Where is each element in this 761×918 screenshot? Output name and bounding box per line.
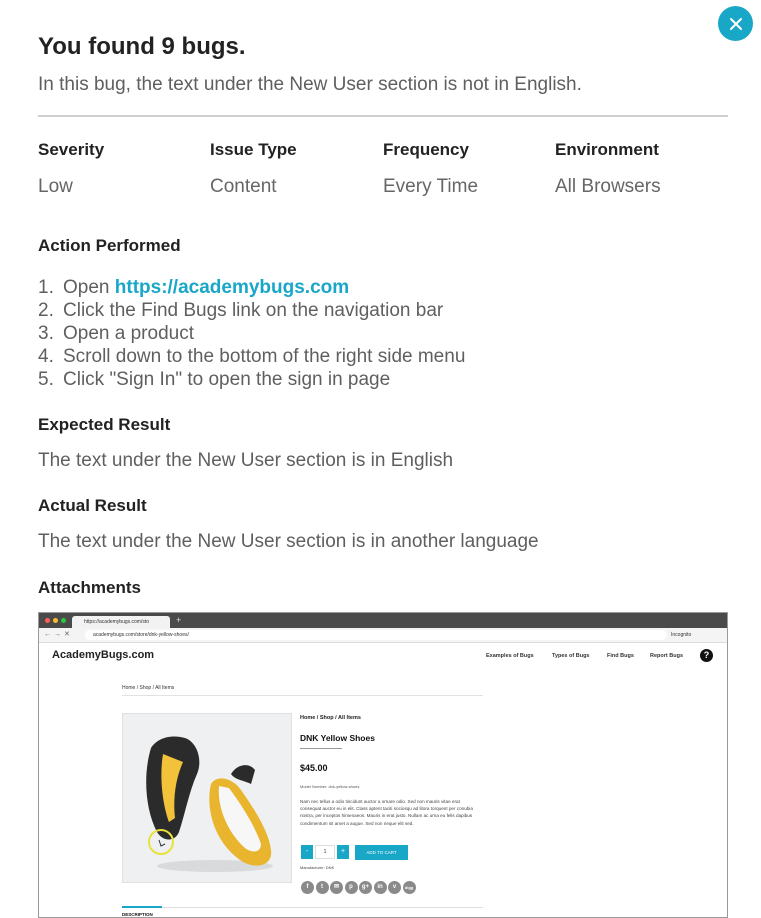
steps-list: 1. Open https://academybugs.com 2. Click… <box>38 276 465 391</box>
close-button[interactable] <box>718 6 753 41</box>
incognito-label: Incognito <box>671 632 692 638</box>
qty-plus-button: + <box>337 845 349 859</box>
divider <box>38 115 728 117</box>
nav-arrows-icon: ←→✕ <box>44 631 73 638</box>
twitter-icon: t <box>315 881 329 894</box>
actual-result-text: The text under the New User section is i… <box>38 531 539 552</box>
quantity-field: 1 <box>315 845 335 859</box>
list-item: 1. Open https://academybugs.com <box>38 276 350 299</box>
attachment-screenshot[interactable]: https://academybugs.com/sto + ←→✕ academ… <box>38 612 728 918</box>
product-description: Nam nec tellus a odio tincidunt auctor a… <box>300 799 473 826</box>
tab-indicator <box>122 906 162 908</box>
severity-label: Severity <box>38 140 105 159</box>
divider <box>300 748 342 749</box>
product-image <box>122 713 292 883</box>
vk-icon: v <box>388 881 401 894</box>
environment-field: Environment All Browsers <box>555 140 661 198</box>
issue-type-field: Issue Type Content <box>210 140 297 198</box>
product-price: $45.00 <box>300 763 328 773</box>
nav-link-report: Report Bugs <box>650 653 683 659</box>
nav-link-find: Find Bugs <box>607 653 634 659</box>
window-close-dot <box>45 618 50 623</box>
list-item: 4. Scroll down to the bottom of the righ… <box>38 346 466 367</box>
digg-icon: digg <box>402 881 416 894</box>
nav-link-examples: Examples of Bugs <box>486 653 534 659</box>
nav-link-types: Types of Bugs <box>552 653 590 659</box>
breadcrumb: Home / Shop / All Items <box>122 685 175 691</box>
new-tab-icon: + <box>176 615 182 625</box>
browser-tab-bar: https://academybugs.com/sto + <box>39 613 727 628</box>
list-item: 5. Click "Sign In" to open the sign in p… <box>38 369 391 390</box>
frequency-label: Frequency <box>383 140 469 159</box>
browser-tab: https://academybugs.com/sto <box>72 616 170 628</box>
tab-description: DESCRIPTION <box>122 912 153 917</box>
close-icon <box>729 17 742 30</box>
actual-result-heading: Actual Result <box>38 496 147 515</box>
severity-field: Severity Low <box>38 140 104 198</box>
facebook-icon: f <box>301 881 314 894</box>
pinterest-icon: p <box>344 881 358 894</box>
address-bar: ←→✕ academybugs.com/store/dnk-yellow-sho… <box>39 628 727 643</box>
add-to-cart-button: ADD TO CART <box>355 845 408 860</box>
qty-minus-button: - <box>301 845 313 859</box>
google-plus-icon: g+ <box>359 881 372 894</box>
bug-summary: In this bug, the text under the New User… <box>38 74 582 95</box>
share-icons: f t ✉ p g+ in v digg <box>301 881 416 894</box>
help-icon: ? <box>700 649 713 662</box>
list-item: 3. Open a product <box>38 323 194 344</box>
shoe-image-icon <box>146 736 273 872</box>
product-model: Model Number: dnk-yellow-shoes <box>300 784 360 789</box>
site-logo: AcademyBugs.com <box>52 649 155 661</box>
product-breadcrumb: Home / Shop / All Items <box>300 715 361 721</box>
academybugs-link[interactable]: https://academybugs.com <box>115 276 349 299</box>
divider <box>122 907 483 908</box>
modal-title: You found 9 bugs. <box>38 33 246 60</box>
attachments-heading: Attachments <box>38 578 141 597</box>
linkedin-icon: in <box>373 881 387 894</box>
action-performed-heading: Action Performed <box>38 236 181 255</box>
product-name: DNK Yellow Shoes <box>300 733 375 743</box>
environment-label: Environment <box>555 140 659 159</box>
window-minimize-dot <box>53 618 58 623</box>
expected-result-heading: Expected Result <box>38 415 171 434</box>
site-header: AcademyBugs.com Examples of Bugs Types o… <box>39 643 727 667</box>
issue-type-label: Issue Type <box>210 140 297 159</box>
bug-details-modal: You found 9 bugs. In this bug, the text … <box>0 0 761 918</box>
frequency-field: Frequency Every Time <box>383 140 478 198</box>
list-item: 2. Click the Find Bugs link on the navig… <box>38 300 444 321</box>
expected-result-text: The text under the New User section is i… <box>38 450 454 471</box>
environment-value: All Browsers <box>555 176 661 197</box>
issue-type-value: Content <box>210 176 277 197</box>
url-field: academybugs.com/store/dnk-yellow-shoes/ <box>85 630 667 640</box>
divider <box>122 695 483 696</box>
window-maximize-dot <box>61 618 66 623</box>
severity-value: Low <box>38 176 73 197</box>
product-manufacturer: Manufacturer: DNK <box>300 865 335 870</box>
frequency-value: Every Time <box>383 176 479 197</box>
email-icon: ✉ <box>330 881 343 894</box>
